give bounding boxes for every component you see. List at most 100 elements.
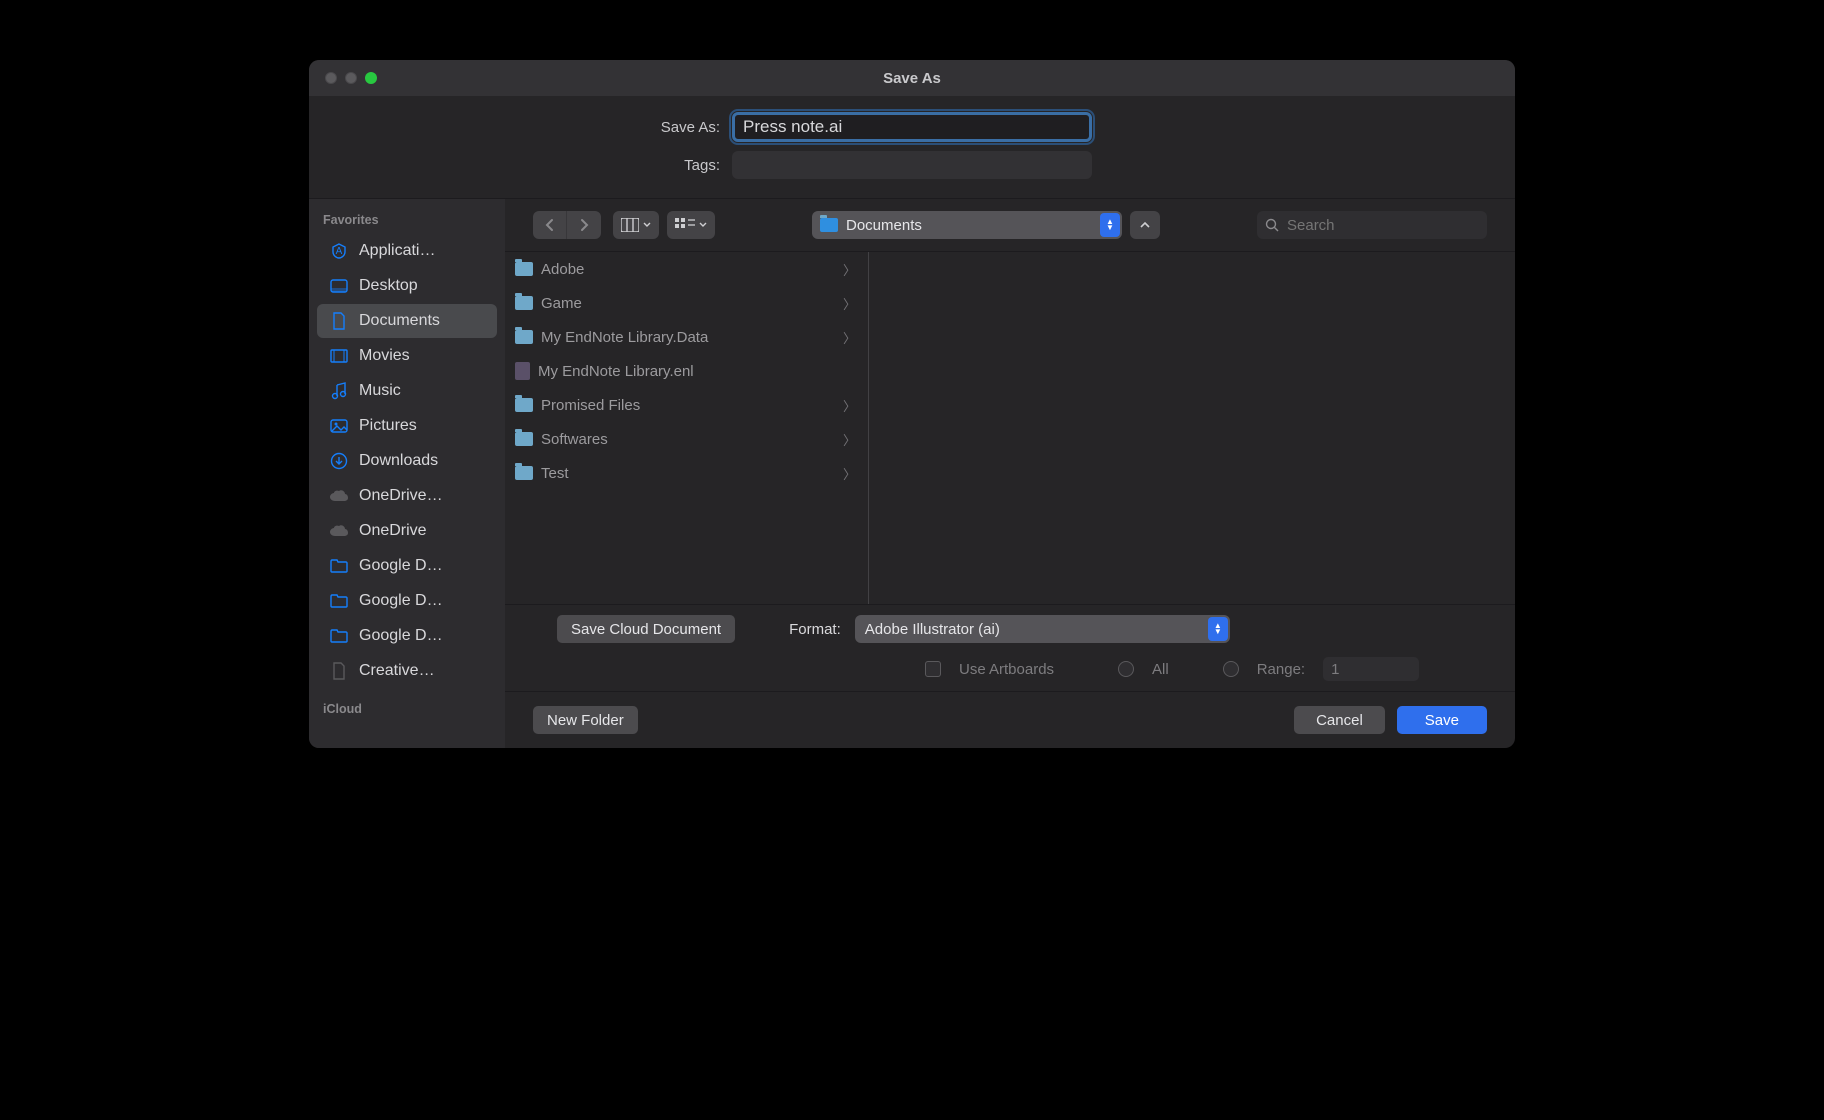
forward-button[interactable] — [567, 211, 601, 239]
sidebar-item-label: Creative… — [359, 662, 435, 680]
minimize-window-button[interactable] — [345, 72, 357, 84]
chevron-right-icon: 〉 — [843, 430, 856, 449]
file-row[interactable]: Adobe〉 — [505, 252, 868, 286]
folder-icon — [329, 559, 349, 573]
collapse-button[interactable] — [1130, 211, 1160, 239]
cloud-grey-icon — [329, 489, 349, 503]
pictures-icon — [329, 419, 349, 433]
search-icon — [1265, 218, 1279, 232]
search-input[interactable] — [1257, 211, 1487, 239]
range-radio[interactable] — [1223, 661, 1239, 677]
file-row[interactable]: My EndNote Library.enl — [505, 354, 868, 388]
save-cloud-button[interactable]: Save Cloud Document — [557, 615, 735, 643]
file-row[interactable]: Test 〉 — [505, 456, 868, 490]
close-window-button[interactable] — [325, 72, 337, 84]
back-button[interactable] — [533, 211, 567, 239]
updown-arrows-icon: ▲▼ — [1100, 213, 1120, 237]
location-popup[interactable]: Documents ▲▼ — [812, 211, 1122, 239]
movies-icon — [329, 349, 349, 363]
sidebar-item-google-d-[interactable]: Google D… — [317, 584, 497, 618]
file-name: Softwares — [541, 431, 608, 448]
format-bar: Save Cloud Document Format: Adobe Illust… — [505, 605, 1515, 691]
chevron-right-icon: 〉 — [843, 464, 856, 483]
new-folder-button[interactable]: New Folder — [533, 706, 638, 734]
location-label: Documents — [846, 217, 922, 234]
chevron-right-icon: 〉 — [843, 328, 856, 347]
file-column: Adobe〉Game〉My EndNote Library.Data〉My En… — [505, 252, 869, 604]
sidebar-item-creative-[interactable]: Creative… — [317, 654, 497, 688]
format-label: Format: — [789, 621, 841, 638]
chevron-down-icon — [699, 222, 707, 228]
file-row[interactable]: Promised Files 〉 — [505, 388, 868, 422]
file-name: Promised Files — [541, 397, 640, 414]
sidebar-item-google-d-[interactable]: Google D… — [317, 619, 497, 653]
sidebar: Favorites A Applicati… Desktop Documents Movi… — [309, 199, 505, 748]
use-artboards-checkbox[interactable] — [925, 661, 941, 677]
all-label: All — [1152, 661, 1169, 678]
all-radio[interactable] — [1118, 661, 1134, 677]
folder-icon — [515, 432, 533, 446]
sidebar-item-label: Google D… — [359, 557, 443, 575]
sidebar-item-onedrive-[interactable]: OneDrive… — [317, 479, 497, 513]
file-row[interactable]: Game〉 — [505, 286, 868, 320]
sidebar-item-music[interactable]: Music — [317, 374, 497, 408]
file-browser: Adobe〉Game〉My EndNote Library.Data〉My En… — [505, 251, 1515, 605]
view-columns-button[interactable] — [613, 211, 659, 239]
range-input[interactable] — [1323, 657, 1419, 681]
music-icon — [329, 382, 349, 400]
file-name: My EndNote Library.enl — [538, 363, 694, 380]
sidebar-item-google-d-[interactable]: Google D… — [317, 549, 497, 583]
sidebar-section-header: Favorites — [309, 209, 505, 233]
format-popup[interactable]: Adobe Illustrator (ai) ▲▼ — [855, 615, 1230, 643]
chevron-right-icon: 〉 — [843, 396, 856, 415]
downloads-icon — [329, 452, 349, 470]
format-value: Adobe Illustrator (ai) — [865, 621, 1000, 638]
sidebar-item-downloads[interactable]: Downloads — [317, 444, 497, 478]
dialog-body: Save As: Tags: FavoritesAApplicati…Deskt… — [309, 96, 1515, 748]
sidebar-item-label: Desktop — [359, 277, 418, 295]
folder-icon — [515, 262, 533, 276]
sidebar-item-label: Google D… — [359, 592, 443, 610]
sidebar-item-label: OneDrive — [359, 522, 427, 540]
cancel-button[interactable]: Cancel — [1294, 706, 1385, 734]
file-column-empty — [869, 252, 1515, 604]
cloud-grey-icon — [329, 524, 349, 538]
file-name: My EndNote Library.Data — [541, 329, 708, 346]
saveas-input[interactable] — [732, 112, 1092, 142]
sidebar-item-documents[interactable]: Documents — [317, 304, 497, 338]
file-name: Test — [541, 465, 569, 482]
save-button[interactable]: Save — [1397, 706, 1487, 734]
sidebar-item-label: Applicati… — [359, 242, 435, 260]
save-dialog: Save As Save As: Tags: FavoritesAApplica… — [309, 60, 1515, 748]
svg-text:A: A — [336, 246, 343, 257]
folder-icon — [515, 398, 533, 412]
sidebar-item-label: Downloads — [359, 452, 438, 470]
chevron-right-icon: 〉 — [843, 294, 856, 313]
sidebar-item-pictures[interactable]: Pictures — [317, 409, 497, 443]
sidebar-item-applicati-[interactable]: A Applicati… — [317, 234, 497, 268]
folder-icon — [820, 218, 838, 232]
zoom-window-button[interactable] — [365, 72, 377, 84]
sidebar-item-label: Movies — [359, 347, 410, 365]
desktop-icon — [329, 279, 349, 293]
file-row[interactable]: My EndNote Library.Data 〉 — [505, 320, 868, 354]
app-icon: A — [329, 242, 349, 260]
sidebar-item-onedrive[interactable]: OneDrive — [317, 514, 497, 548]
sidebar-item-label: Google D… — [359, 627, 443, 645]
folder-icon — [329, 594, 349, 608]
chevron-right-icon: 〉 — [843, 260, 856, 279]
sidebar-item-label: Music — [359, 382, 401, 400]
folder-icon — [515, 296, 533, 310]
range-label: Range: — [1257, 661, 1305, 678]
use-artboards-label: Use Artboards — [959, 661, 1054, 678]
sidebar-section-header: iCloud — [309, 698, 505, 722]
view-group-button[interactable] — [667, 211, 715, 239]
sidebar-item-desktop[interactable]: Desktop — [317, 269, 497, 303]
tags-input[interactable] — [732, 151, 1092, 179]
sidebar-item-movies[interactable]: Movies — [317, 339, 497, 373]
file-row[interactable]: Softwares 〉 — [505, 422, 868, 456]
sidebar-item-label: OneDrive… — [359, 487, 443, 505]
action-bar: New Folder Cancel Save — [505, 691, 1515, 748]
doc-icon — [329, 312, 349, 330]
folder-icon — [329, 629, 349, 643]
